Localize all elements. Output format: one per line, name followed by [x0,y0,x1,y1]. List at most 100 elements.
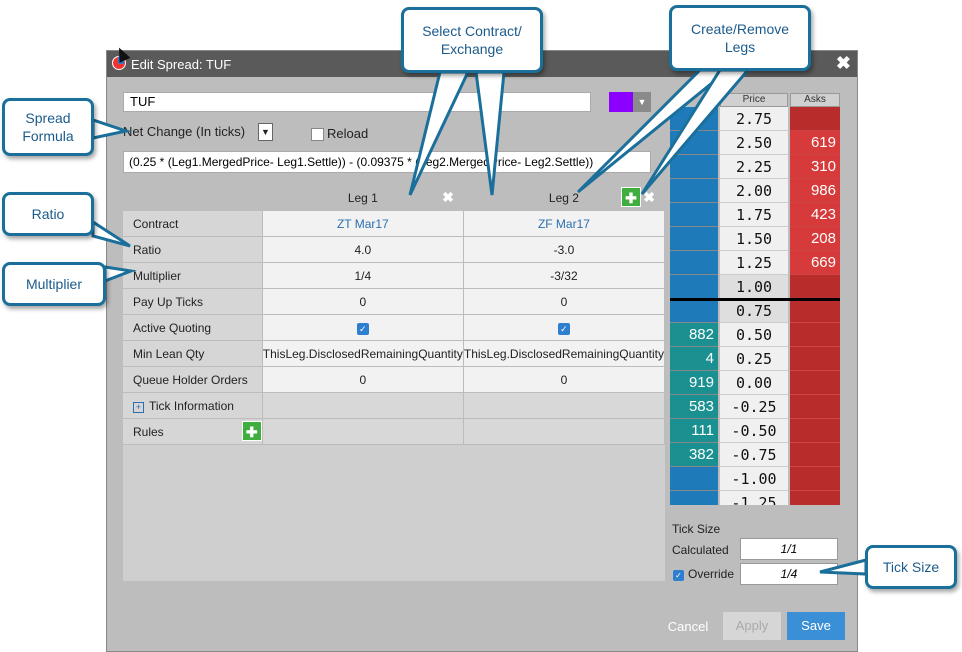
ladder-price-cell[interactable]: -1.00 [720,467,788,491]
ladder-ask-cell[interactable] [790,347,840,371]
ladder-ask-cell[interactable] [790,299,840,323]
ladder-bid-cell[interactable]: 919 [670,371,718,395]
leg-1-queue-holder-orders[interactable]: 0 [262,366,464,393]
ladder-price-cell[interactable]: 1.75 [720,203,788,227]
leg-2-pay-up-ticks[interactable]: 0 [463,288,666,315]
expand-icon[interactable]: + [133,401,144,413]
ladder-ask-cell[interactable] [790,467,840,491]
corner-header [123,185,263,211]
ladder-ask-cell[interactable] [790,371,840,395]
bid-header [670,93,718,107]
ladder-ask-cell[interactable]: 310 [790,155,840,179]
add-leg-button[interactable]: ✚ [621,187,641,207]
ladder-price-cell[interactable]: -0.25 [720,395,788,419]
ladder-bid-cell[interactable] [670,131,718,155]
add-rule-button[interactable]: ✚ [241,421,262,441]
override-input[interactable]: 1/4 [740,563,838,585]
ladder-ask-cell[interactable]: 986 [790,179,840,203]
ladder-bid-cell[interactable]: 882 [670,323,718,347]
leg-2-ratio[interactable]: -3.0 [463,236,666,263]
row-label-active-quoting: Active Quoting [123,314,263,341]
close-icon[interactable]: ✖ [836,53,851,74]
ladder-bid-cell[interactable] [670,179,718,203]
table-row: Pay Up Ticks 0 0 [123,288,666,315]
tick-information-toggle[interactable]: + Tick Information [123,392,263,419]
ladder-ask-cell[interactable] [790,491,840,505]
ladder-bid-cell[interactable]: 382 [670,443,718,467]
ladder-ask-cell[interactable]: 208 [790,227,840,251]
chevron-down-icon[interactable]: ▼ [633,92,651,112]
calculated-value: 1/1 [740,538,838,560]
ladder-price-cell[interactable]: 2.50 [720,131,788,155]
ladder-bid-cell[interactable] [670,299,718,323]
leg-1-min-lean-qty[interactable]: ThisLeg.DisclosedRemainingQuantity [262,340,464,367]
last-traded-divider [670,298,840,301]
ladder-bid-cell[interactable] [670,227,718,251]
color-swatch[interactable] [609,92,633,112]
ladder-price-cell[interactable]: 0.75 [720,299,788,323]
chevron-down-icon[interactable]: ▼ [258,123,273,141]
ladder-bid-cell[interactable]: 4 [670,347,718,371]
save-button[interactable]: Save [787,612,845,640]
leg-2-contract[interactable]: ZF Mar17 [463,210,666,237]
ladder-price-cell[interactable]: 1.00 [720,275,788,299]
legs-table: Leg 1 ✖ Leg 2 ✖ Contract ZT Mar17 ZF Mar17… [123,185,666,445]
ladder-ask-cell[interactable]: 423 [790,203,840,227]
ladder-ask-cell[interactable] [790,107,840,131]
ladder-bid-cell[interactable] [670,203,718,227]
leg-1-pay-up-ticks[interactable]: 0 [262,288,464,315]
reload-checkbox[interactable] [311,128,324,141]
leg-2-multiplier[interactable]: -3/32 [463,262,666,289]
remove-leg-1-icon[interactable]: ✖ [442,189,454,206]
ladder-ask-cell[interactable]: 619 [790,131,840,155]
ladder-bid-cell[interactable] [670,467,718,491]
leg-2-active-quoting-checkbox[interactable]: ✓ [557,322,570,335]
formula-type-value: Net Change (In ticks) [123,124,246,139]
ladder-price-cell[interactable]: 0.50 [720,323,788,347]
leg-1-ratio[interactable]: 4.0 [262,236,464,263]
leg-1-contract[interactable]: ZT Mar17 [262,210,464,237]
reload-label: Reload [327,126,369,141]
leg-2-queue-holder-orders[interactable]: 0 [463,366,666,393]
ladder-price-cell[interactable]: -1.25 [720,491,788,505]
ladder-bid-cell[interactable] [670,251,718,275]
leg-1-active-quoting-checkbox[interactable]: ✓ [356,322,369,335]
ladder-price-cell[interactable]: -0.75 [720,443,788,467]
ladder-ask-cell[interactable] [790,419,840,443]
ladder-ask-cell[interactable] [790,323,840,347]
formula-input[interactable]: (0.25 * (Leg1.MergedPrice- Leg1.Settle))… [123,151,651,173]
ladder-price-cell[interactable]: 2.75 [720,107,788,131]
ladder-bid-cell[interactable] [670,491,718,505]
ladder-ask-cell[interactable] [790,443,840,467]
ladder-price-cell[interactable]: 1.25 [720,251,788,275]
tick-information-label: Tick Information [149,398,234,413]
ladder-bid-cell[interactable]: 111 [670,419,718,443]
ladder-price-cell[interactable]: -0.50 [720,419,788,443]
ladder-price-cell[interactable]: 0.25 [720,347,788,371]
ladder-price-cell[interactable]: 2.00 [720,179,788,203]
ladder-ask-cell[interactable] [790,395,840,419]
formula-type-select[interactable]: Net Change (In ticks) ▼ [123,123,273,141]
leg-2-min-lean-qty[interactable]: ThisLeg.DisclosedRemainingQuantity [463,340,666,367]
ladder-ask-cell[interactable]: 669 [790,251,840,275]
override-checkbox[interactable]: ✓ [673,570,684,581]
spread-name-input[interactable]: TUF [123,92,591,112]
ladder-bid-cell[interactable] [670,155,718,179]
ladder-price-cell[interactable]: 2.25 [720,155,788,179]
cancel-button[interactable]: Cancel [655,613,721,641]
ladder-bid-cell[interactable] [670,107,718,131]
table-row: Rules ✚ [123,418,666,445]
rules-row: Rules ✚ [123,418,263,445]
ladder-bid-cell[interactable] [670,275,718,299]
row-label-ratio: Ratio [123,236,263,263]
remove-leg-2-icon[interactable]: ✖ [643,189,655,206]
leg-1-header[interactable]: Leg 1 ✖ [262,185,464,211]
row-label-queue-holder-orders: Queue Holder Orders [123,366,263,393]
ladder-ask-cell[interactable] [790,275,840,299]
apply-button[interactable]: Apply [723,612,781,640]
leg-1-multiplier[interactable]: 1/4 [262,262,464,289]
ladder-bid-cell[interactable]: 583 [670,395,718,419]
ladder-price-cell[interactable]: 1.50 [720,227,788,251]
ladder-price-cell[interactable]: 0.00 [720,371,788,395]
row-label-contract: Contract [123,210,263,237]
